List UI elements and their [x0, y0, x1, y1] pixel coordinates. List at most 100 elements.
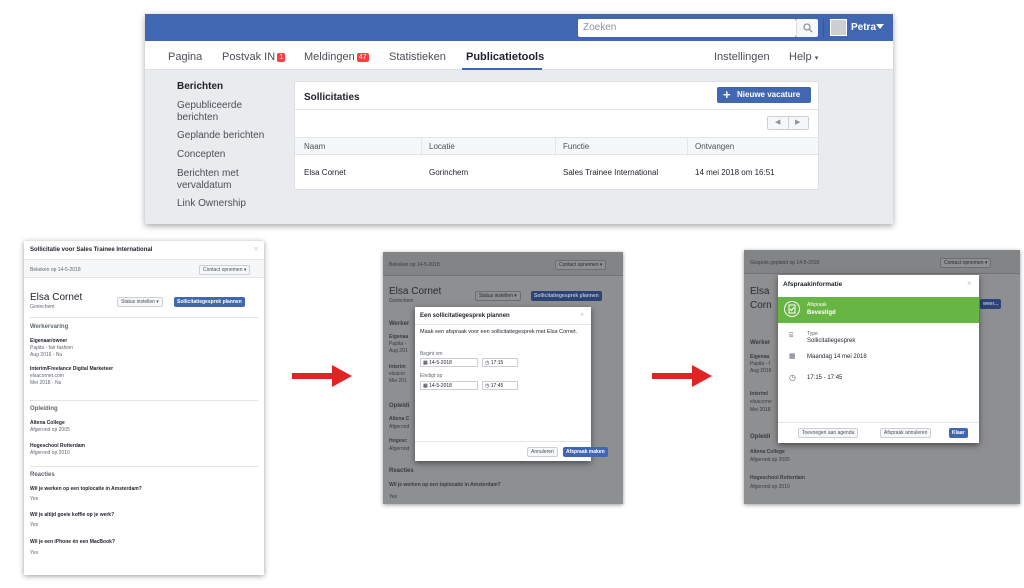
sidebar-item-scheduled[interactable]: Geplande berichten: [177, 130, 264, 142]
prev-page-icon[interactable]: ◀: [775, 118, 780, 126]
school-name: Altena College: [750, 449, 785, 455]
job-org: elsacorne: [750, 399, 772, 405]
search-button[interactable]: [796, 19, 818, 37]
make-appointment-button[interactable]: Afspraak maken: [563, 447, 608, 457]
sidebar-item-expiring[interactable]: Berichten met vervaldatum: [177, 168, 257, 192]
search-input[interactable]: Zoeken: [578, 19, 796, 37]
sidebar-item-drafts[interactable]: Concepten: [177, 149, 225, 161]
nav-notifications[interactable]: Meldingen 47: [304, 51, 369, 63]
nav-settings[interactable]: Instellingen: [714, 51, 770, 63]
job-dates: Mei 201: [389, 378, 407, 384]
section-work: Werker: [750, 340, 771, 346]
status-label: Afspraak: [807, 302, 827, 308]
plan-interview-button[interactable]: weer...: [980, 299, 1002, 309]
new-vacancy-label: Nieuwe vacature: [737, 90, 801, 99]
done-button[interactable]: Klaar: [949, 428, 968, 438]
column-header[interactable]: Ontvangen: [695, 142, 734, 151]
divider: [295, 109, 818, 110]
contact-button[interactable]: Contact opnemen ▾: [199, 265, 251, 275]
contact-button[interactable]: Contact opnemen ▾: [940, 258, 992, 268]
ends-label: Eindigt op: [420, 373, 443, 379]
contact-button[interactable]: Contact opnemen ▾: [555, 260, 607, 270]
end-time-field[interactable]: ◷ 17:45: [482, 381, 518, 390]
school-date: Afgerond: [389, 446, 410, 452]
nav-help[interactable]: Help ▾: [789, 51, 818, 63]
search-placeholder: Zoeken: [583, 22, 617, 33]
type-value: Sollicitatiegesprek: [807, 338, 856, 344]
divider: [687, 138, 688, 156]
plus-icon: +: [723, 87, 731, 102]
start-date-field[interactable]: ▦ 14-5-2018: [420, 358, 478, 367]
close-icon[interactable]: ×: [580, 312, 584, 319]
section-education: Opleidi: [750, 434, 771, 440]
check-circle-icon: [784, 301, 800, 317]
cancel-button[interactable]: Annuleren: [527, 447, 558, 457]
panel-title: Sollicitatie voor Sales Trainee Internat…: [30, 247, 153, 253]
divider: [823, 18, 824, 37]
answer: Yes: [30, 496, 39, 502]
nav-publishing-tools[interactable]: Publicatietools: [466, 51, 544, 63]
section-reactions: Reacties: [389, 468, 414, 474]
end-date-field[interactable]: ▦ 14-5-2018: [420, 381, 478, 390]
divider: [778, 422, 979, 423]
plan-interview-panel: Bekeken op 14-5-2018 Contact opnemen ▾ E…: [383, 252, 623, 504]
status-button[interactable]: Status instellen ▾: [475, 291, 521, 301]
nav-inbox[interactable]: Postvak IN 1: [222, 51, 286, 63]
school-date: Afgerond op 2005: [30, 427, 70, 433]
briefcase-icon: ⌸: [789, 332, 794, 339]
sidebar-item-berichten[interactable]: Berichten: [177, 81, 223, 93]
cell-received: 14 mei 2018 om 16:51: [695, 168, 775, 177]
new-vacancy-button[interactable]: + Nieuwe vacature: [717, 87, 811, 103]
cell-name[interactable]: Elsa Cornet: [304, 168, 346, 177]
viewed-date: Bekeken op 14-5-2018: [30, 267, 81, 273]
divider: [421, 138, 422, 156]
add-to-calendar-button[interactable]: Toevoegen aan agenda: [798, 428, 859, 438]
pager: ◀ ▶: [767, 116, 809, 130]
avatar[interactable]: [830, 19, 847, 36]
applications-card: Sollicitaties + Nieuwe vacature ◀ ▶ Naam…: [294, 81, 819, 190]
school-name: Hogesc: [389, 438, 408, 444]
nav-inbox-label: Postvak IN: [222, 51, 276, 63]
nav-pagina[interactable]: Pagina: [168, 51, 202, 63]
cell-function: Sales Trainee International: [563, 168, 659, 177]
column-header[interactable]: Locatie: [429, 142, 455, 151]
plan-interview-button[interactable]: Sollicitatiegesprek plannen: [174, 297, 245, 307]
notifications-badge: 47: [356, 53, 369, 62]
applicant-name: Elsa: [750, 286, 770, 297]
column-header[interactable]: Functie: [563, 142, 589, 151]
nav-statistics[interactable]: Statistieken: [389, 51, 446, 63]
divider: [555, 138, 556, 156]
job-org: Papita - fair fashion: [30, 345, 74, 351]
divider: [30, 400, 258, 401]
clock-icon: ◷: [789, 373, 796, 382]
calendar-icon: ▦: [423, 360, 428, 366]
search-icon: [803, 23, 813, 33]
sidebar-item-published[interactable]: Gepubliceerde berichten: [177, 100, 267, 124]
answer: Yes: [30, 550, 39, 556]
next-page-icon[interactable]: ▶: [795, 118, 800, 126]
inbox-badge: 1: [277, 53, 286, 62]
divider: [30, 466, 258, 467]
scheduled-date: Gesprek gepland op 14-5-2018: [750, 260, 820, 266]
close-icon[interactable]: ×: [254, 246, 258, 253]
card-title: Sollicitaties: [304, 92, 360, 103]
divider: [415, 441, 591, 442]
plan-interview-button[interactable]: Sollicitatiegesprek plannen: [531, 291, 602, 301]
status-button[interactable]: Status instellen ▾: [117, 297, 163, 307]
column-header[interactable]: Naam: [304, 142, 325, 151]
user-name[interactable]: Petra: [851, 22, 876, 33]
account-menu-caret-icon[interactable]: [876, 24, 884, 29]
clock-icon: ◷: [485, 360, 490, 366]
section-education: Opleidi: [389, 403, 410, 409]
sidebar-item-link-ownership[interactable]: Link Ownership: [177, 198, 246, 210]
calendar-icon: ▦: [789, 353, 796, 360]
cancel-appointment-button[interactable]: Afspraak annuleren: [880, 428, 932, 438]
close-icon[interactable]: ×: [967, 279, 972, 288]
active-tab-indicator: [462, 68, 542, 70]
start-time-field[interactable]: ◷ 17:15: [482, 358, 518, 367]
page-nav: Pagina Postvak IN 1 Meldingen 47 Statistie…: [145, 41, 893, 70]
end-date-value: 14-5-2018: [429, 383, 452, 389]
section-work: Werkervaring: [30, 324, 69, 330]
school-name: Altena C: [389, 416, 410, 422]
school-date: Afgerond: [389, 424, 410, 430]
